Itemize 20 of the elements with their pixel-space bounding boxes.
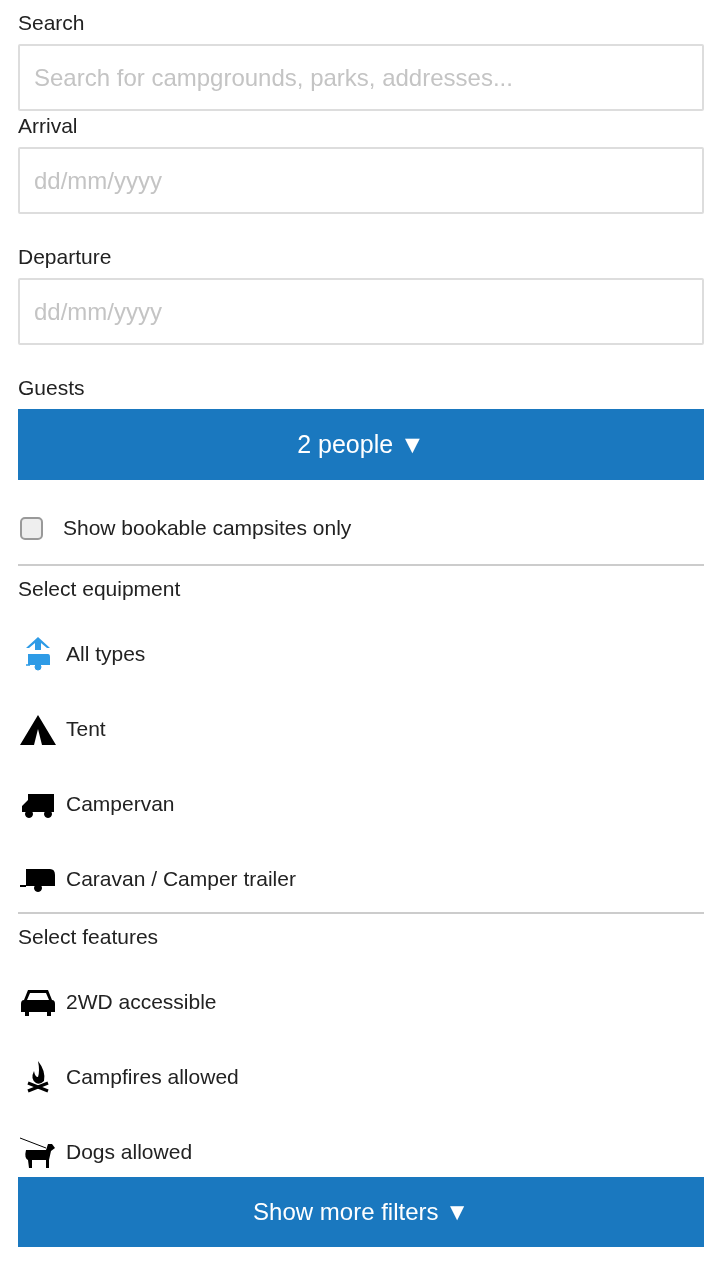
- field-label: Search: [18, 10, 85, 36]
- date-field[interactable]: dd/mm/yyyy: [18, 147, 704, 214]
- feature-option[interactable]: 2WD accessible: [66, 989, 217, 1014]
- search-field[interactable]: Search for campgrounds, parks, addresses...: [18, 44, 704, 111]
- checkbox-label[interactable]: Show bookable campsites only: [63, 516, 352, 540]
- equipment-option[interactable]: Tent: [66, 716, 106, 741]
- checkbox[interactable]: [20, 516, 43, 540]
- field-label: Guests: [18, 375, 85, 401]
- guests-dropdown[interactable]: 2 people ▼: [18, 409, 704, 480]
- field-label: Departure: [18, 244, 112, 270]
- feature-option[interactable]: Campfires allowed: [66, 1064, 239, 1089]
- equipment-option[interactable]: Campervan: [66, 791, 175, 816]
- feature-option[interactable]: Dogs allowed: [66, 1139, 193, 1164]
- equipment-option[interactable]: All types: [66, 641, 146, 666]
- equipment-option[interactable]: Caravan / Camper trailer: [66, 866, 296, 891]
- field-label: Arrival: [18, 113, 78, 139]
- date-field[interactable]: dd/mm/yyyy: [18, 278, 704, 345]
- show-more-filters-button[interactable]: Show more filters ▼: [18, 1177, 704, 1247]
- section-title: Select equipment: [18, 576, 181, 602]
- section-title: Select features: [18, 924, 159, 950]
